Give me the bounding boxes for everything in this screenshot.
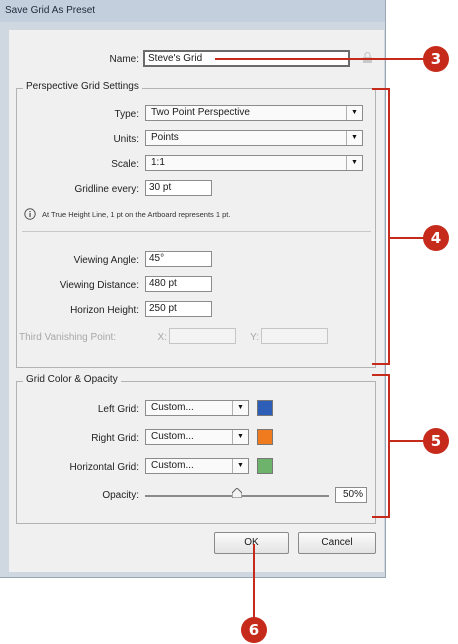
horizon-height-label: Horizon Height:	[70, 305, 139, 316]
gridline-input[interactable]: 30 pt	[145, 180, 212, 196]
viewing-angle-input[interactable]: 45°	[145, 251, 212, 267]
third-vp-y-input	[261, 328, 328, 344]
perspective-group-legend: Perspective Grid Settings	[23, 81, 142, 92]
callout-6-leader-line	[253, 544, 255, 620]
type-label: Type:	[114, 109, 139, 120]
chevron-down-icon: ▼	[232, 401, 248, 415]
horizontal-grid-dropdown[interactable]: Custom... ▼	[145, 458, 249, 474]
left-grid-value: Custom...	[151, 402, 194, 413]
color-group-legend: Grid Color & Opacity	[23, 374, 121, 385]
dialog-content: Name: Steve's Grid Perspective Grid Sett…	[9, 30, 384, 572]
callout-3-leader-line	[215, 58, 425, 60]
opacity-value-field[interactable]: 50%	[335, 487, 367, 503]
scale-value: 1:1	[151, 157, 165, 168]
third-vp-x-label: X:	[157, 332, 167, 343]
third-vp-x-input	[169, 328, 236, 344]
callout-5-bracket-bottom	[372, 516, 390, 518]
units-value: Points	[151, 132, 179, 143]
left-grid-color-swatch[interactable]	[257, 400, 273, 416]
chevron-down-icon: ▼	[232, 430, 248, 444]
horizontal-grid-value: Custom...	[151, 460, 194, 471]
opacity-label: Opacity:	[102, 490, 139, 501]
chevron-down-icon: ▼	[232, 459, 248, 473]
gridline-label: Gridline every:	[74, 184, 139, 195]
type-value: Two Point Perspective	[151, 107, 250, 118]
viewing-distance-label: Viewing Distance:	[59, 280, 139, 291]
scale-dropdown[interactable]: 1:1 ▼	[145, 155, 363, 171]
callout-6-badge: 6	[241, 617, 267, 643]
type-dropdown[interactable]: Two Point Perspective ▼	[145, 105, 363, 121]
horizon-height-input[interactable]: 250 pt	[145, 301, 212, 317]
right-grid-color-swatch[interactable]	[257, 429, 273, 445]
units-label: Units:	[113, 134, 139, 145]
callout-4-bracket-vertical	[388, 88, 390, 365]
left-grid-dropdown[interactable]: Custom... ▼	[145, 400, 249, 416]
viewing-angle-label: Viewing Angle:	[73, 255, 139, 266]
callout-5-leader-line	[390, 440, 425, 442]
callout-4-leader-line	[390, 237, 425, 239]
chevron-down-icon: ▼	[346, 156, 362, 170]
info-icon	[24, 208, 36, 220]
opacity-slider-thumb[interactable]	[231, 487, 243, 499]
title-bar: Save Grid As Preset	[0, 0, 385, 22]
callout-3-badge: 3	[423, 46, 449, 72]
chevron-down-icon: ▼	[346, 131, 362, 145]
callout-5-bracket-vertical	[388, 374, 390, 518]
third-vp-label: Third Vanishing Point:	[19, 332, 117, 343]
right-grid-value: Custom...	[151, 431, 194, 442]
cancel-button[interactable]: Cancel	[298, 532, 376, 554]
viewing-distance-input[interactable]: 480 pt	[145, 276, 212, 292]
right-grid-label: Right Grid:	[91, 433, 139, 444]
dialog-title: Save Grid As Preset	[5, 5, 96, 16]
third-vp-y-label: Y:	[250, 332, 259, 343]
name-label: Name:	[109, 54, 139, 65]
right-grid-dropdown[interactable]: Custom... ▼	[145, 429, 249, 445]
callout-4-bracket-bottom	[372, 363, 390, 365]
ok-button[interactable]: OK	[214, 532, 289, 554]
horizontal-grid-label: Horizontal Grid:	[69, 462, 139, 473]
units-dropdown[interactable]: Points ▼	[145, 130, 363, 146]
horizontal-grid-color-swatch[interactable]	[257, 458, 273, 474]
callout-5-badge: 5	[423, 428, 449, 454]
left-grid-label: Left Grid:	[97, 404, 139, 415]
callout-4-badge: 4	[423, 225, 449, 251]
scale-label: Scale:	[111, 159, 139, 170]
save-grid-preset-dialog: Save Grid As Preset Name: Steve's Grid P…	[0, 0, 386, 578]
info-text: At True Height Line, 1 pt on the Artboar…	[42, 210, 231, 219]
divider	[22, 231, 371, 232]
chevron-down-icon: ▼	[346, 106, 362, 120]
